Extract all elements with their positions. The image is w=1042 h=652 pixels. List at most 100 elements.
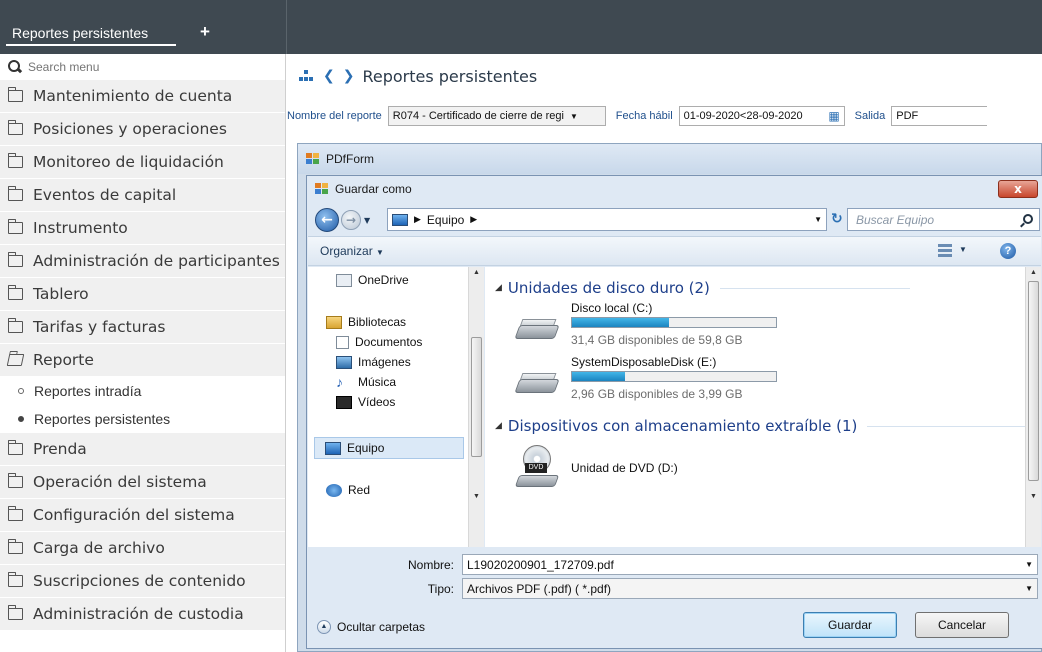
- recent-locations-icon[interactable]: ▼: [364, 216, 370, 225]
- folder-open-icon: [6, 354, 25, 366]
- tab-reportes-persistentes[interactable]: Reportes persistentes: [6, 20, 176, 46]
- add-tab-button[interactable]: +: [200, 22, 210, 42]
- drive-name: Disco local (C:): [571, 301, 653, 315]
- back-arrow-icon[interactable]: ❮: [323, 68, 335, 84]
- output-format-value: PDF: [896, 110, 919, 122]
- close-button[interactable]: x: [998, 180, 1038, 198]
- sidebar-item-suscripciones-de-contenido[interactable]: Suscripciones de contenido: [0, 565, 285, 598]
- chevron-down-icon[interactable]: ▼: [814, 215, 822, 224]
- sidebar: Mantenimiento de cuenta Posiciones y ope…: [0, 54, 286, 652]
- file-list-pane: ◢ Unidades de disco duro (2) Disco local…: [485, 267, 1041, 547]
- filename-input[interactable]: L19020200901_172709.pdf ▼: [462, 554, 1038, 575]
- sidebar-subitem-reportes-persistentes[interactable]: Reportes persistentes: [0, 405, 285, 433]
- drive-free-space: 2,96 GB disponibles de 3,99 GB: [571, 387, 743, 401]
- cancel-button[interactable]: Cancelar: [915, 612, 1009, 638]
- nav-item-imagenes[interactable]: Imágenes: [336, 353, 411, 371]
- network-icon: [326, 483, 342, 497]
- folder-icon: [8, 318, 23, 333]
- address-bar[interactable]: ▶ Equipo ▶ ▼: [387, 208, 827, 231]
- scroll-up-icon[interactable]: ▲: [473, 269, 480, 276]
- save-dialog-titlebar[interactable]: Guardar como: [307, 176, 1042, 202]
- sidebar-item-label: Tarifas y facturas: [33, 318, 166, 336]
- file-list-scrollbar[interactable]: ▲ ▼: [1025, 267, 1041, 547]
- search-menu-input[interactable]: [28, 60, 268, 74]
- sidebar-subitem-reportes-intradia[interactable]: Reportes intradía: [0, 377, 285, 405]
- bullet-icon: [18, 388, 24, 394]
- nav-item-bibliotecas[interactable]: Bibliotecas: [326, 313, 406, 331]
- pdfform-title: PDfForm: [326, 152, 374, 166]
- dvd-drive-icon[interactable]: DVD: [514, 445, 560, 489]
- output-format-input[interactable]: PDF: [891, 106, 988, 126]
- scrollbar-thumb[interactable]: [1028, 281, 1039, 481]
- page-title: Reportes persistentes: [362, 66, 538, 86]
- navigation-scrollbar[interactable]: ▲ ▼: [468, 267, 484, 547]
- help-icon[interactable]: ?: [1000, 243, 1016, 259]
- sidebar-subitem-label: Reportes persistentes: [34, 411, 171, 427]
- nav-item-documentos[interactable]: Documentos: [336, 333, 422, 351]
- sidebar-item-operacion-del-sistema[interactable]: Operación del sistema: [0, 466, 285, 499]
- sidebar-item-label: Carga de archivo: [33, 539, 165, 557]
- forward-arrow-icon[interactable]: ❯: [343, 68, 355, 84]
- sidebar-item-administracion-de-participantes[interactable]: Administración de participantes: [0, 245, 285, 278]
- refresh-icon[interactable]: ↻: [831, 211, 843, 227]
- group-header-label: Unidades de disco duro (2): [507, 279, 710, 297]
- sidebar-item-administracion-de-custodia[interactable]: Administración de custodia: [0, 598, 285, 631]
- sidebar-item-instrumento[interactable]: Instrumento: [0, 212, 285, 245]
- search-computer-input[interactable]: Buscar Equipo: [847, 208, 1040, 231]
- nav-item-label: Música: [358, 375, 397, 389]
- pdfform-titlebar[interactable]: PDfForm: [298, 144, 1041, 174]
- nav-item-onedrive[interactable]: OneDrive: [336, 271, 409, 289]
- nav-item-equipo[interactable]: Equipo: [314, 437, 464, 459]
- nav-item-red[interactable]: Red: [326, 481, 370, 499]
- drive-icon: [514, 367, 560, 397]
- nav-item-musica[interactable]: ♪ Música: [336, 373, 396, 391]
- group-header-hard-drives[interactable]: ◢ Unidades de disco duro (2): [495, 279, 910, 297]
- sidebar-item-tablero[interactable]: Tablero: [0, 278, 285, 311]
- windows-drive-icon: [514, 313, 560, 343]
- sidebar-item-label: Administración de participantes: [33, 252, 280, 270]
- sidebar-item-carga-de-archivo[interactable]: Carga de archivo: [0, 532, 285, 565]
- breadcrumb-separator-icon: ▶: [470, 214, 478, 224]
- organize-menu-button[interactable]: Organizar ▼: [320, 244, 384, 258]
- collapse-triangle-icon: ◢: [495, 421, 502, 431]
- dvd-drive-name[interactable]: Unidad de DVD (D:): [571, 461, 678, 475]
- calendar-icon[interactable]: ▦: [828, 109, 839, 123]
- drive-e[interactable]: SystemDisposableDisk (E:) 2,96 GB dispon…: [514, 353, 875, 409]
- date-range-input[interactable]: 01-09-2020<28-09-2020 ▦: [678, 106, 845, 126]
- scrollbar-thumb[interactable]: [471, 337, 482, 457]
- sidebar-item-label: Suscripciones de contenido: [33, 572, 246, 590]
- output-label: Salida: [854, 110, 886, 122]
- sidebar-item-label: Operación del sistema: [33, 473, 207, 491]
- scroll-up-icon[interactable]: ▲: [1030, 269, 1037, 276]
- sidebar-item-tarifas-y-facturas[interactable]: Tarifas y facturas: [0, 311, 285, 344]
- sidebar-item-monitoreo-de-liquidacion[interactable]: Monitoreo de liquidación: [0, 146, 285, 179]
- group-header-removable[interactable]: ◢ Dispositivos con almacenamiento extraí…: [495, 417, 1038, 435]
- sidebar-item-prenda[interactable]: Prenda: [0, 433, 285, 466]
- back-button[interactable]: ←: [315, 208, 339, 232]
- sidebar-item-configuracion-del-sistema[interactable]: Configuración del sistema: [0, 499, 285, 532]
- view-options-icon[interactable]: [938, 244, 952, 257]
- forward-button[interactable]: →: [341, 210, 361, 230]
- sitemap-icon[interactable]: [299, 70, 313, 82]
- chevron-down-icon[interactable]: ▼: [1025, 560, 1033, 569]
- sidebar-item-mantenimiento-de-cuenta[interactable]: Mantenimiento de cuenta: [0, 80, 285, 113]
- save-button[interactable]: Guardar: [803, 612, 897, 638]
- scroll-down-icon[interactable]: ▼: [1030, 493, 1037, 500]
- scroll-down-icon[interactable]: ▼: [473, 493, 480, 500]
- sidebar-item-eventos-de-capital[interactable]: Eventos de capital: [0, 179, 285, 212]
- computer-icon: [392, 213, 408, 226]
- nav-item-videos[interactable]: Vídeos: [336, 393, 395, 411]
- drive-c[interactable]: Disco local (C:) 31,4 GB disponibles de …: [514, 299, 875, 355]
- sidebar-item-posiciones-y-operaciones[interactable]: Posiciones y operaciones: [0, 113, 285, 146]
- videos-icon: [336, 395, 352, 409]
- drive-usage-bar: [571, 371, 777, 382]
- hide-folders-button[interactable]: ▲ Ocultar carpetas: [317, 620, 425, 634]
- sidebar-item-label: Configuración del sistema: [33, 506, 235, 524]
- drive-free-space: 31,4 GB disponibles de 59,8 GB: [571, 333, 743, 347]
- main-content: ❮ ❯ Reportes persistentes Nombre del rep…: [287, 54, 1042, 652]
- collapse-triangle-icon: ◢: [495, 283, 502, 293]
- sidebar-item-reporte[interactable]: Reporte: [0, 344, 285, 377]
- chevron-down-icon: ▼: [376, 248, 384, 257]
- report-name-select[interactable]: R074 - Certificado de cierre de regi ▼: [387, 106, 606, 126]
- chevron-down-icon[interactable]: ▼: [959, 245, 967, 254]
